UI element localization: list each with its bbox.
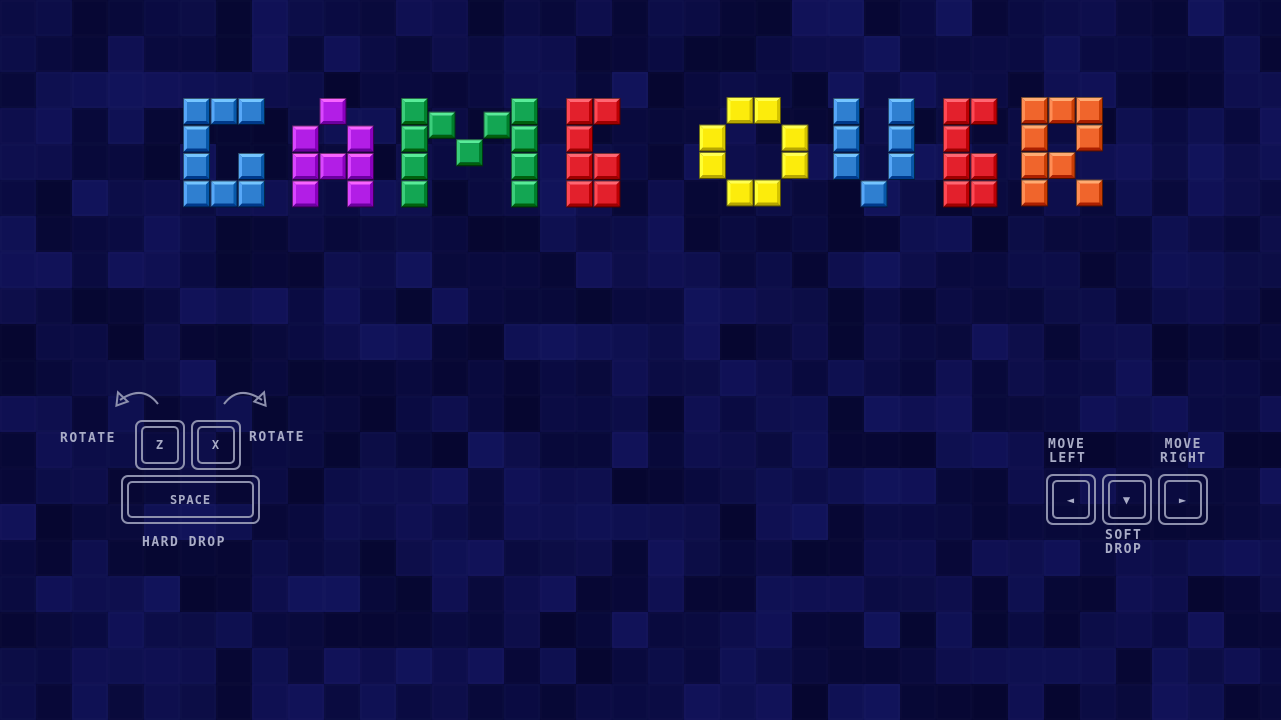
title-block-letter-0 [238,98,265,125]
title-block-letter-5 [888,98,915,125]
game-over-title [183,97,1103,208]
title-block-letter-6 [970,180,998,208]
left-arrow-icon: ◄ [1066,492,1076,507]
title-block-letter-0 [183,153,210,180]
title-block-letter-2 [456,139,483,167]
title-block-letter-2 [511,180,538,208]
title-block-letter-4 [726,97,754,124]
title-block-letter-3 [566,180,593,208]
title-block-letter-6 [943,180,970,208]
move-right-label-line1: MOVE [1164,437,1202,452]
title-block-letter-3 [566,153,593,180]
title-block-letter-4 [754,179,781,207]
title-block-letter-5 [860,180,888,208]
title-block-letter-2 [401,125,428,153]
move-right-label-line2: RIGHT [1160,451,1207,466]
title-block-letter-2 [428,111,456,139]
title-block-letter-2 [511,98,538,125]
title-block-letter-6 [943,153,970,180]
title-block-letter-1 [347,153,374,180]
title-block-letter-4 [781,152,809,179]
rotate-left-arrow-icon [115,390,159,408]
soft-drop-label-line2: DROP [1105,542,1143,557]
title-block-letter-1 [319,153,347,180]
title-block-letter-1 [347,125,374,153]
title-block-letter-1 [292,125,319,153]
title-block-letter-4 [699,124,726,152]
title-block-letter-2 [401,98,428,125]
title-block-letter-5 [833,98,860,125]
soft-drop-label-line1: SOFT [1105,528,1143,543]
down-arrow-icon: ▼ [1122,492,1132,507]
z-key[interactable]: Z [135,420,185,470]
title-block-letter-4 [699,152,726,179]
title-block-letter-0 [183,125,210,153]
title-block-letter-3 [593,98,621,125]
title-block-letter-0 [238,153,265,180]
title-block-letter-7 [1076,179,1103,207]
title-block-letter-7 [1021,152,1048,179]
left-arrow-key[interactable]: ◄ [1046,474,1096,525]
title-block-letter-7 [1021,179,1048,207]
title-block-letter-5 [833,153,860,180]
title-block-letter-0 [210,180,238,208]
title-block-letter-3 [593,153,621,180]
title-block-letter-6 [943,125,970,153]
title-block-letter-6 [970,98,998,125]
move-left-label-line1: MOVE [1048,437,1086,452]
move-left-label-line2: LEFT [1049,451,1087,466]
title-block-letter-7 [1048,97,1076,124]
title-block-letter-4 [754,97,781,124]
title-block-letter-1 [292,180,319,208]
title-block-letter-7 [1048,152,1076,179]
title-block-letter-7 [1076,97,1103,124]
title-block-letter-2 [401,180,428,208]
title-block-letter-3 [566,98,593,125]
title-block-letter-4 [781,124,809,152]
title-block-letter-1 [347,180,374,208]
title-block-letter-2 [483,111,511,139]
title-block-letter-0 [183,180,210,208]
title-block-letter-6 [970,153,998,180]
down-arrow-key[interactable]: ▼ [1102,474,1152,525]
title-block-letter-0 [210,98,238,125]
title-block-letter-2 [511,125,538,153]
title-block-letter-7 [1021,97,1048,124]
title-block-letter-6 [943,98,970,125]
move-right-label: MOVE RIGHT [1160,438,1207,466]
rotate-right-arrow-icon [223,390,267,408]
title-block-letter-7 [1021,124,1048,152]
title-block-letter-5 [888,125,915,153]
title-block-letter-0 [238,180,265,208]
x-key[interactable]: X [191,420,241,470]
title-block-letter-5 [833,125,860,153]
title-block-letter-5 [888,153,915,180]
title-block-letter-1 [319,98,347,125]
hard-drop-label: HARD DROP [142,535,226,550]
right-arrow-icon: ► [1178,492,1188,507]
title-block-letter-4 [726,179,754,207]
title-block-letter-3 [566,125,593,153]
title-block-letter-0 [183,98,210,125]
title-block-letter-2 [401,153,428,180]
title-block-letter-2 [511,153,538,180]
rotate-left-label: ROTATE [60,431,116,446]
soft-drop-label: SOFT DROP [1105,529,1142,557]
move-left-label: MOVE LEFT [1047,438,1086,466]
right-arrow-key[interactable]: ► [1158,474,1208,525]
title-block-letter-7 [1076,124,1103,152]
title-block-letter-3 [593,180,621,208]
space-key[interactable]: SPACE [121,475,260,524]
title-block-letter-1 [292,153,319,180]
rotate-right-label: ROTATE [249,430,305,445]
